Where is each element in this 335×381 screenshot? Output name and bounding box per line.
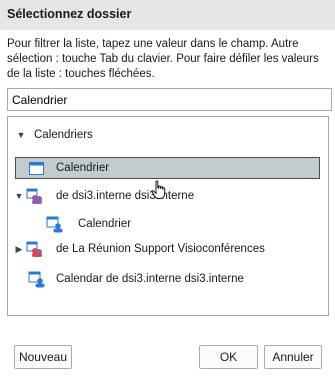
- instructions-text: Pour filtrer la liste, tapez une valeur …: [7, 38, 319, 80]
- dialog-title: Sélectionnez dossier: [7, 7, 132, 21]
- tree-item-dsi3-calendrier[interactable]: Calendrier: [46, 213, 131, 235]
- tree-item-label: de dsi3.interne dsi3.interne: [56, 190, 195, 202]
- calendar-icon: [28, 160, 45, 177]
- select-folder-dialog: Sélectionnez dossier Pour filtrer la lis…: [0, 0, 335, 381]
- collapsed-chevron-icon[interactable]: ▶: [14, 244, 24, 255]
- folder-tree[interactable]: ▼ Calendriers Calendrier ▼ de dsi3.inter…: [7, 116, 329, 316]
- user-calendar-icon: [28, 271, 45, 288]
- user-calendar-icon: [46, 216, 63, 233]
- tree-item-calendar-dsi3[interactable]: Calendar de dsi3.interne dsi3.interne: [28, 268, 244, 290]
- cancel-button[interactable]: Annuler: [264, 345, 322, 369]
- expanded-chevron-icon[interactable]: ▼: [14, 191, 24, 201]
- hand-cursor-icon: [151, 180, 167, 203]
- new-button[interactable]: Nouveau: [14, 345, 72, 369]
- ok-button[interactable]: OK: [199, 345, 258, 369]
- tree-item-label: Calendrier: [78, 218, 132, 230]
- title-bar: Sélectionnez dossier: [0, 0, 335, 30]
- tree-root-calendriers[interactable]: ▼ Calendriers: [16, 124, 93, 146]
- tree-item-calendrier[interactable]: Calendrier: [28, 157, 109, 179]
- tree-item-label: Calendrier: [56, 162, 110, 174]
- shared-group-calendar-icon: [26, 241, 43, 258]
- tree-item-dsi3-shared[interactable]: ▼ de dsi3.interne dsi3.interne: [14, 185, 194, 207]
- expanded-chevron-icon[interactable]: ▼: [16, 130, 26, 140]
- shared-group-calendar-icon: [26, 188, 43, 205]
- filter-input[interactable]: [7, 88, 332, 111]
- tree-item-label: Calendar de dsi3.interne dsi3.interne: [56, 273, 244, 285]
- tree-item-la-reunion-shared[interactable]: ▶ de La Réunion Support Visioconférences: [14, 238, 265, 260]
- tree-root-label: Calendriers: [34, 129, 93, 141]
- tree-item-label: de La Réunion Support Visioconférences: [56, 243, 265, 255]
